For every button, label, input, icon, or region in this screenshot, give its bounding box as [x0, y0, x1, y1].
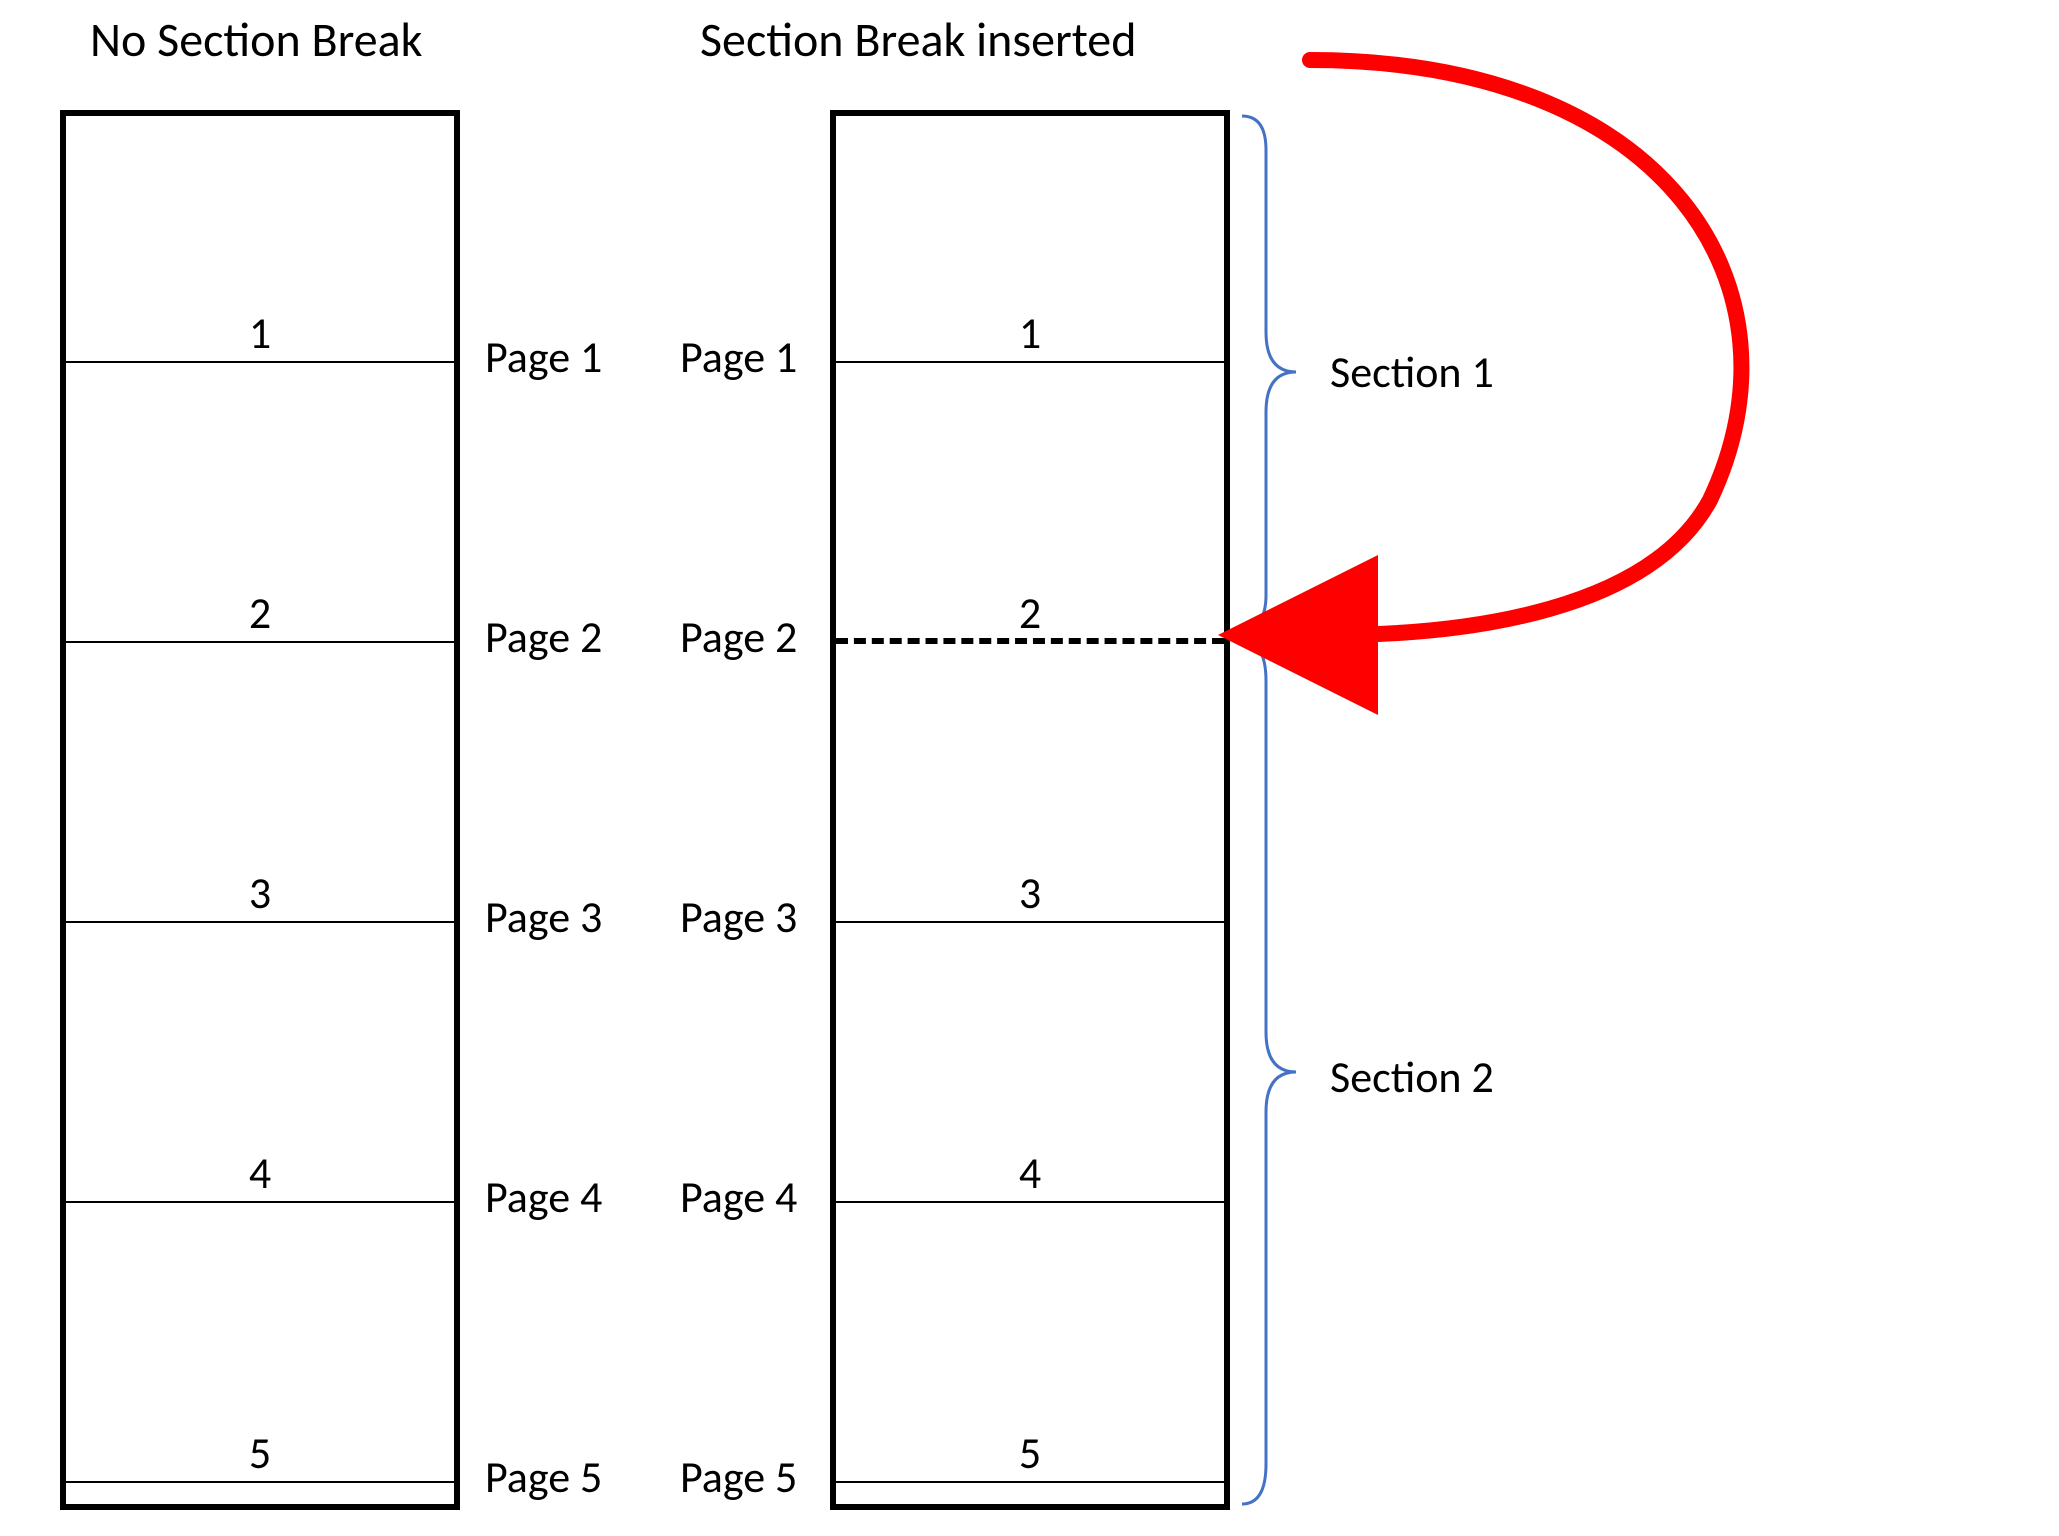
- section-break-line: [836, 638, 1224, 644]
- page-number: 4: [836, 1146, 1224, 1200]
- document-without-section-break: 1 2 3 4 5: [60, 110, 460, 1510]
- page-label: Page 1: [680, 330, 797, 384]
- page-label: Page 2: [680, 610, 797, 664]
- title-section-break-inserted: Section Break inserted: [700, 10, 1136, 69]
- section-2-label: Section 2: [1330, 1050, 1494, 1104]
- diagram-stage: No Section Break Section Break inserted …: [0, 0, 2059, 1536]
- page-number: 1: [66, 306, 454, 360]
- page-number: 3: [836, 866, 1224, 920]
- page-divider: [66, 641, 454, 643]
- page-number: 3: [66, 866, 454, 920]
- page-divider: [66, 1201, 454, 1203]
- insert-arrow-icon: [1190, 30, 1870, 670]
- page-label: Page 5: [680, 1450, 797, 1504]
- page-number: 5: [836, 1426, 1224, 1480]
- page-label: Page 3: [485, 890, 602, 944]
- page-divider: [66, 921, 454, 923]
- page-divider: [66, 361, 454, 363]
- page-number: 1: [836, 306, 1224, 360]
- page-number: 4: [66, 1146, 454, 1200]
- title-no-section-break: No Section Break: [90, 10, 422, 69]
- page-label: Page 4: [680, 1170, 797, 1224]
- page-number: 2: [836, 586, 1224, 640]
- page-divider: [66, 1481, 454, 1483]
- document-with-section-break: 1 2 3 4 5: [830, 110, 1230, 1510]
- brace-section-2: [1236, 635, 1316, 1510]
- page-label: Page 5: [485, 1450, 602, 1504]
- page-divider: [836, 1481, 1224, 1483]
- page-divider: [836, 921, 1224, 923]
- page-label: Page 3: [680, 890, 797, 944]
- page-label: Page 1: [485, 330, 602, 384]
- page-number: 5: [66, 1426, 454, 1480]
- page-number: 2: [66, 586, 454, 640]
- page-label: Page 4: [485, 1170, 602, 1224]
- page-divider: [836, 361, 1224, 363]
- page-divider: [836, 1201, 1224, 1203]
- page-label: Page 2: [485, 610, 602, 664]
